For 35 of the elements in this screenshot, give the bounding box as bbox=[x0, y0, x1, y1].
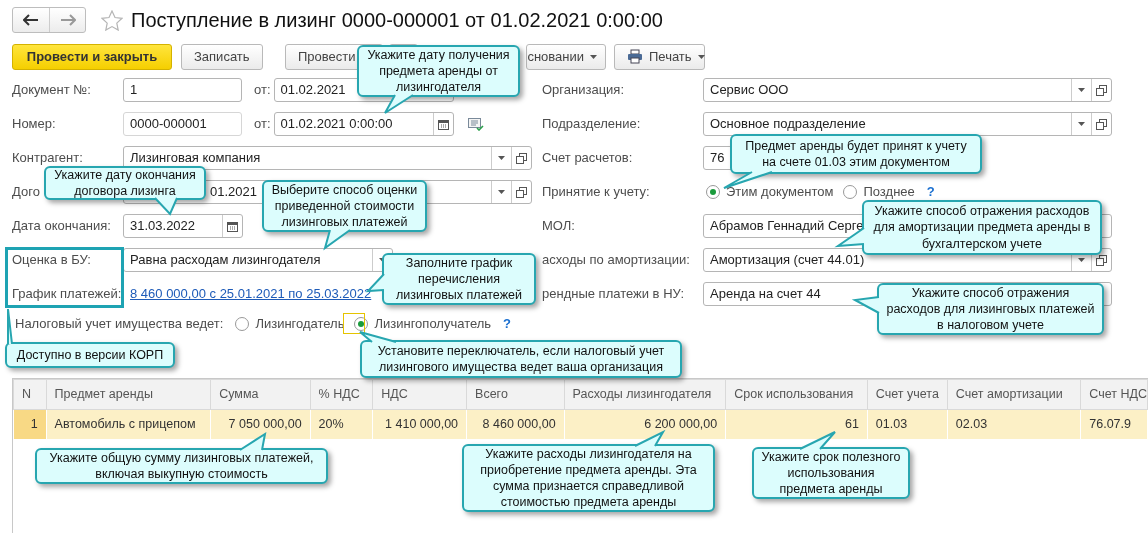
window-title: Поступление в лизинг 0000-000001 от 01.02.2021 0:00:00 bbox=[131, 8, 663, 33]
field-label: Документ №: bbox=[12, 82, 91, 98]
field-label: Принятие к учету: bbox=[542, 184, 650, 200]
table-cell: 1 bbox=[13, 409, 47, 440]
field-label: Дого bbox=[12, 184, 40, 200]
table-cell: 7 050 000,00 bbox=[210, 409, 311, 440]
callout-tooltip: Укажите способ отражения расходов для лизинговых платежей в налоговом учете bbox=[877, 283, 1104, 335]
callout-tooltip: Укажите расходы лизингодателя на приобретение предмета аренды. Эта сумма признается справедливой стоимостью предмета аренды bbox=[462, 444, 715, 512]
table-cell: Автомобиль с прицепом bbox=[46, 409, 211, 440]
callout-tooltip: Укажите способ отражения расходов для амортизации предмета аренды в бухгалтерском учете bbox=[862, 200, 1102, 255]
table-cell: 02.03 bbox=[947, 409, 1081, 440]
field-label: асходы по амортизации: bbox=[542, 252, 690, 268]
field-label: Оценка в БУ: bbox=[12, 252, 91, 268]
table-cell: 6 200 000,00 bbox=[564, 409, 726, 440]
field-label: Дата окончания: bbox=[12, 218, 111, 234]
field-label: МОЛ: bbox=[542, 218, 575, 234]
field-label: Контрагент: bbox=[12, 150, 83, 166]
table-cell: 1 410 000,00 bbox=[372, 409, 467, 440]
field-label: рендные платежи в НУ: bbox=[542, 286, 685, 302]
table-cell: 61 bbox=[725, 409, 868, 440]
field-label: График платежей: bbox=[12, 286, 122, 302]
callout-tooltip: Выберите способ оценки приведенной стоимости лизинговых платежей bbox=[262, 180, 427, 232]
table-cell: 01.03 bbox=[867, 409, 948, 440]
field-label: Налоговый учет имущества ведет: bbox=[15, 315, 224, 334]
field-label: от: bbox=[253, 115, 272, 134]
field-label: Номер: bbox=[12, 116, 56, 132]
table-cell: 8 460 000,00 bbox=[466, 409, 565, 440]
field-label: Подразделение: bbox=[542, 116, 641, 132]
table-cell: 76.07.9 bbox=[1080, 409, 1148, 440]
callout-tooltip: Доступно в версии КОРП bbox=[5, 342, 175, 368]
field-label: Счет расчетов: bbox=[542, 150, 633, 166]
callout-tooltip: Заполните график перечисления лизинговых платежей bbox=[382, 253, 536, 305]
field-label: Организация: bbox=[542, 82, 625, 98]
table-cell: 20% bbox=[310, 409, 373, 440]
field-label: от: bbox=[253, 81, 272, 100]
